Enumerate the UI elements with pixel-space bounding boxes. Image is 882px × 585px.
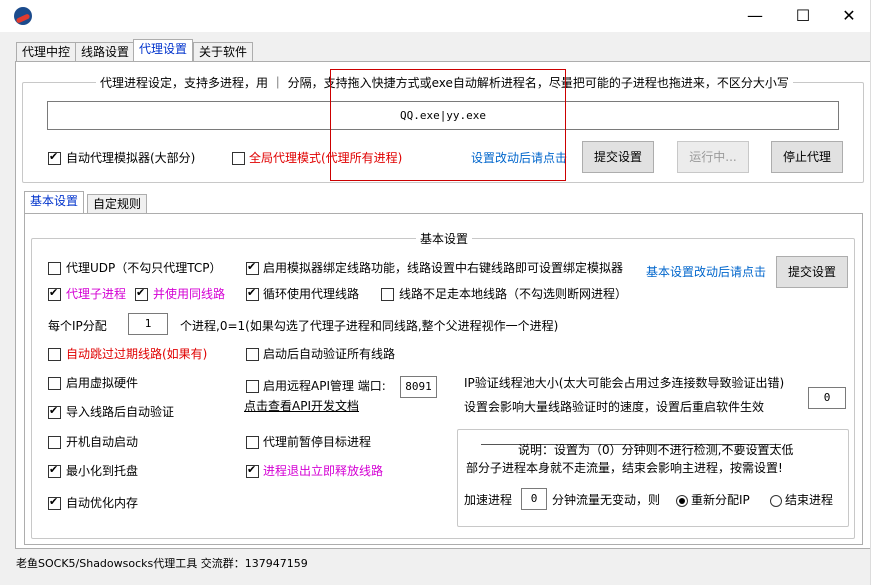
highlight-box xyxy=(330,69,566,181)
bind-emulator-label: 启用模拟器绑定线路功能，线路设置中右键线路即可设置绑定模拟器 xyxy=(263,261,624,275)
same-line-label: 并使用同线路 xyxy=(153,287,226,301)
remote-api-checkbox[interactable] xyxy=(246,380,259,393)
minimize-button[interactable]: — xyxy=(732,0,778,32)
minimize-tray-checkbox[interactable] xyxy=(48,463,61,478)
auto-optimize-mem-checkbox[interactable] xyxy=(48,495,61,510)
ip-pool-label: IP验证线程池大小(太大可能会占用过多连接数导致验证出错) xyxy=(464,376,785,390)
background-window-edge xyxy=(870,0,882,585)
realloc-ip-label: 重新分配IP xyxy=(691,493,750,507)
proxy-child-checkbox[interactable] xyxy=(48,286,61,301)
loop-lines-checkbox[interactable] xyxy=(246,286,259,301)
proxy-udp-checkbox[interactable] xyxy=(48,262,61,275)
proxy-child-label: 代理子进程 xyxy=(66,287,127,301)
submit-proxy-settings-button[interactable]: 提交设置 xyxy=(582,141,654,173)
minimize-tray-label: 最小化到托盘 xyxy=(66,464,139,478)
auto-proxy-emulator-checkbox[interactable] xyxy=(48,150,61,165)
auto-skip-expired-label: 自动跳过过期线路(如果有) xyxy=(66,347,208,361)
app-window: — ☐ ✕ 代理中控 线路设置 代理设置 关于软件 代理进程设定，支持多进程，用… xyxy=(0,0,872,585)
end-process-radio[interactable] xyxy=(770,495,782,507)
note-line-2: 部分子进程本身就不走流量，结束会影响主进程，按需设置! xyxy=(466,461,783,475)
per-ip-label: 每个IP分配 xyxy=(48,319,107,333)
pause-target-label: 代理前暂停目标进程 xyxy=(263,435,372,449)
release-on-exit-checkbox[interactable] xyxy=(246,463,259,478)
basic-settings-group-title: 基本设置 xyxy=(416,230,473,247)
app-logo-icon xyxy=(14,7,32,25)
accel-minutes-input[interactable]: 0 xyxy=(521,488,547,510)
auto-verify-import-label: 导入线路后自动验证 xyxy=(66,405,175,419)
per-ip-input[interactable]: 1 xyxy=(128,313,168,335)
basic-settings-panel: 基本设置 代理UDP（不勾只代理TCP） 启用模拟器绑定线路功能，线路设置中右键… xyxy=(24,213,863,545)
accel-label: 加速进程 xyxy=(464,493,513,507)
auto-skip-expired-checkbox[interactable] xyxy=(48,348,61,361)
running-button: 运行中... xyxy=(677,141,749,173)
autostart-label: 开机自动启动 xyxy=(66,435,139,449)
close-button[interactable]: ✕ xyxy=(826,0,872,32)
same-line-checkbox[interactable] xyxy=(135,286,148,301)
virtual-hw-label: 启用虚拟硬件 xyxy=(66,376,139,390)
basic-hint-link[interactable]: 基本设置改动后请点击 xyxy=(646,264,766,280)
auto-verify-import-checkbox[interactable] xyxy=(48,404,61,419)
maximize-button[interactable]: ☐ xyxy=(780,0,826,32)
stop-proxy-button[interactable]: 停止代理 xyxy=(771,141,843,173)
tab-proxy-control[interactable]: 代理中控 xyxy=(16,42,77,62)
end-process-label: 结束进程 xyxy=(785,493,834,507)
proxy-settings-panel: 代理进程设定，支持多进程，用 ｜ 分隔，支持拖入快捷方式或exe自动解析进程名，… xyxy=(15,61,872,549)
release-on-exit-label: 进程退出立即释放线路 xyxy=(263,464,384,478)
api-port-input[interactable]: 8091 xyxy=(400,376,437,398)
bind-emulator-checkbox[interactable] xyxy=(246,260,259,275)
proxy-udp-label: 代理UDP（不勾只代理TCP） xyxy=(66,261,222,275)
accel-description: 分钟流量无变动，则 xyxy=(552,493,661,507)
title-bar: — ☐ ✕ xyxy=(0,0,870,32)
loop-lines-label: 循环使用代理线路 xyxy=(263,287,360,301)
ip-pool-description: 设置会影响大量线路验证时的速度，设置后重启软件生效 xyxy=(464,400,765,414)
realloc-ip-radio[interactable] xyxy=(676,495,688,507)
global-proxy-checkbox[interactable] xyxy=(232,152,245,165)
pause-target-checkbox[interactable] xyxy=(246,436,259,449)
auto-optimize-mem-label: 自动优化内存 xyxy=(66,496,139,510)
subtab-custom-rules[interactable]: 自定规则 xyxy=(87,194,148,214)
tab-line-settings[interactable]: 线路设置 xyxy=(75,42,136,62)
lines-not-enough-checkbox[interactable] xyxy=(381,288,394,301)
subtab-basic-settings[interactable]: 基本设置 xyxy=(24,191,85,214)
per-ip-description: 个进程,0=1(如果勾选了代理子进程和同线路,整个父进程视作一个进程) xyxy=(180,319,559,333)
lines-not-enough-label: 线路不足走本地线路（不勾选则断网进程） xyxy=(399,287,628,301)
tab-proxy-settings[interactable]: 代理设置 xyxy=(133,39,194,62)
virtual-hw-checkbox[interactable] xyxy=(48,377,61,390)
autostart-checkbox[interactable] xyxy=(48,436,61,449)
ip-pool-input[interactable]: 0 xyxy=(808,387,846,409)
remote-api-label: 启用远程API管理 端口: xyxy=(263,379,386,393)
note-line-1: 说明：设置为（0）分钟则不进行检测,不要设置太低 xyxy=(518,443,794,457)
status-bar-text: 老鱼SOCK5/Shadowsocks代理工具 交流群：137947159 xyxy=(16,557,308,570)
api-doc-link[interactable]: 点击查看API开发文档 xyxy=(244,398,359,414)
tab-about[interactable]: 关于软件 xyxy=(193,42,254,62)
auto-verify-start-label: 启动后自动验证所有线路 xyxy=(263,347,396,361)
auto-verify-start-checkbox[interactable] xyxy=(246,348,259,361)
submit-basic-settings-button[interactable]: 提交设置 xyxy=(776,256,848,288)
auto-proxy-emulator-label: 自动代理模拟器(大部分) xyxy=(66,151,196,165)
